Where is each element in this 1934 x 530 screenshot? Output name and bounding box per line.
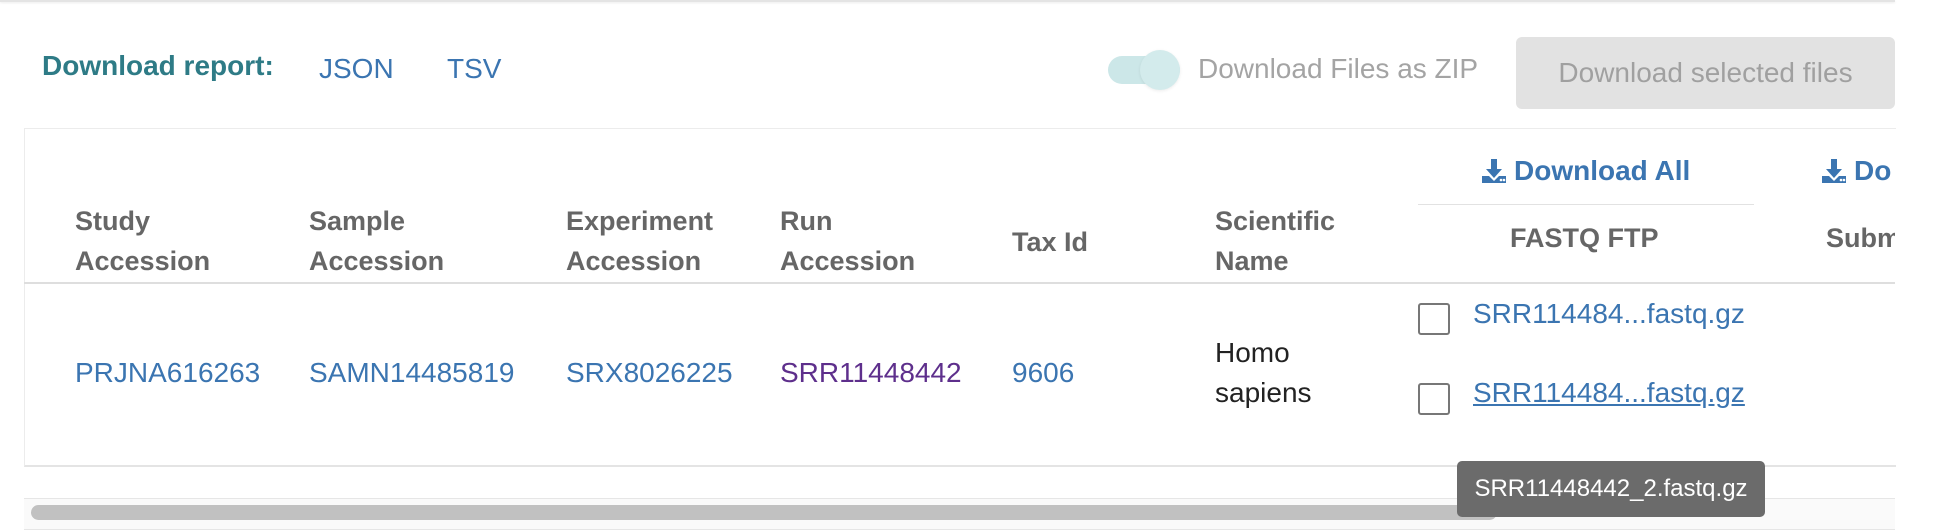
- experiment-accession-link[interactable]: SRX8026225: [566, 353, 733, 393]
- table-header-divider: [24, 282, 1895, 284]
- column-header-study-line2: Accession: [75, 246, 211, 276]
- column-header-experiment-line2: Accession: [566, 246, 702, 276]
- download-report-label: Download report:: [42, 50, 274, 81]
- column-header-scientific-name: Scientific Name: [1215, 201, 1335, 281]
- column-header-experiment-line1: Experiment: [566, 206, 714, 236]
- column-header-scientific-line1: Scientific: [1215, 206, 1336, 236]
- fastq-file-link-1[interactable]: SRR114484...fastq.gz: [1473, 298, 1745, 330]
- zip-toggle-knob: [1140, 50, 1180, 90]
- top-divider: [0, 0, 1895, 2]
- fastq-header-divider: [1418, 204, 1754, 205]
- sample-accession-link[interactable]: SAMN14485819: [309, 353, 514, 393]
- file-name-tooltip: SRR11448442_2.fastq.gz: [1457, 461, 1765, 517]
- download-all-label: Download All: [1514, 155, 1691, 186]
- column-header-run-line2: Accession: [780, 246, 916, 276]
- download-all-submitted-button[interactable]: Do: [1820, 155, 1891, 187]
- fastq-file-link-2[interactable]: SRR114484...fastq.gz: [1473, 377, 1745, 409]
- column-header-experiment: Experiment Accession: [566, 201, 713, 281]
- download-icon: [1482, 159, 1506, 183]
- scientific-name: Homo sapiens: [1215, 333, 1312, 413]
- download-all-next-label: Do: [1854, 155, 1892, 186]
- download-all-fastq-button[interactable]: Download All: [1480, 155, 1690, 187]
- column-header-submitted: Subm: [1826, 223, 1895, 253]
- column-header-run-line1: Run: [780, 206, 833, 236]
- column-header-sample-line1: Sample: [309, 206, 406, 236]
- study-accession-link[interactable]: PRJNA616263: [75, 353, 260, 393]
- scientific-name-line1: Homo: [1215, 337, 1290, 368]
- column-header-run: Run Accession: [780, 201, 915, 281]
- zip-toggle-label: Download Files as ZIP: [1198, 53, 1479, 84]
- column-header-sample-line2: Accession: [309, 246, 445, 276]
- download-selected-button[interactable]: Download selected files: [1516, 37, 1895, 109]
- zip-toggle[interactable]: [1108, 50, 1180, 90]
- run-accession-link[interactable]: SRR11448442: [780, 353, 962, 393]
- file-checkbox-1[interactable]: [1418, 303, 1450, 335]
- column-header-sample: Sample Accession: [309, 201, 444, 281]
- file-checkbox-2[interactable]: [1418, 383, 1450, 415]
- column-header-tax-id: Tax Id: [1012, 227, 1089, 257]
- clipped-next-column: Do Subm: [1800, 128, 1895, 378]
- download-tsv-link[interactable]: TSV: [447, 53, 501, 85]
- download-icon: [1822, 159, 1846, 183]
- column-header-study: Study Accession: [75, 201, 210, 281]
- horizontal-scrollbar-thumb[interactable]: [31, 505, 1497, 520]
- download-json-link[interactable]: JSON: [319, 53, 394, 85]
- results-page: Download report: JSON TSV Download Files…: [0, 0, 1934, 530]
- column-header-study-line1: Study: [75, 206, 151, 236]
- column-header-fastq-ftp: FASTQ FTP: [1510, 223, 1659, 253]
- scientific-name-line2: sapiens: [1215, 377, 1312, 408]
- column-header-scientific-line2: Name: [1215, 246, 1289, 276]
- tax-id-link[interactable]: 9606: [1012, 353, 1074, 393]
